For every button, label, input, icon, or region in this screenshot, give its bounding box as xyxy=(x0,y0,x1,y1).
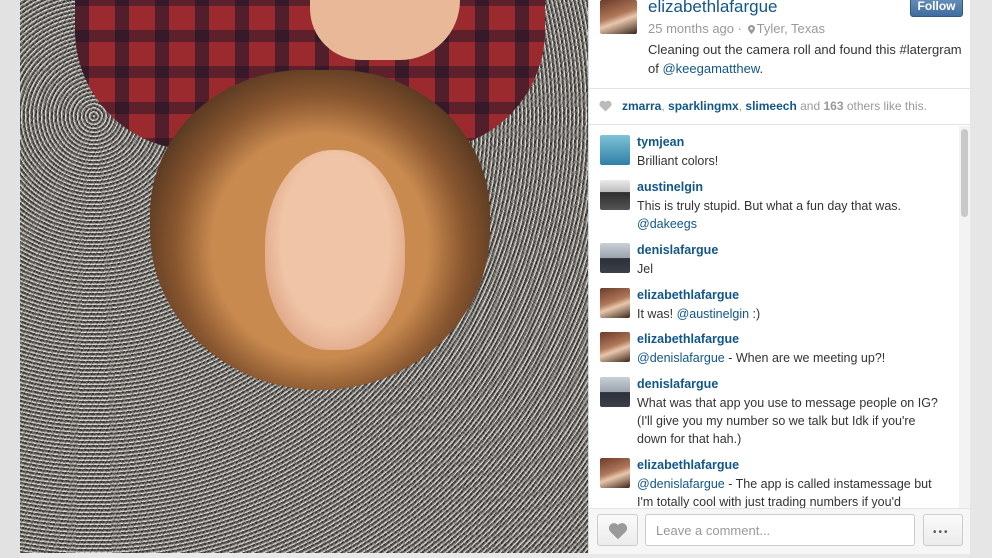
like-button[interactable] xyxy=(597,514,638,546)
post-caption: Cleaning out the camera roll and found t… xyxy=(648,40,966,78)
meta-separator: · xyxy=(737,21,742,36)
comment-body: Jel xyxy=(637,262,653,276)
post-photo[interactable] xyxy=(20,0,588,553)
comment-text: @denislafargue - The app is called insta… xyxy=(637,475,942,508)
post-meta: 25 months ago · Tyler, Texas xyxy=(648,21,825,36)
comment-text: Brilliant colors! xyxy=(637,152,942,170)
commenter-username[interactable]: elizabethlafargue xyxy=(637,332,739,346)
commenter-avatar[interactable] xyxy=(600,332,630,362)
face xyxy=(265,150,405,350)
commenter-avatar[interactable] xyxy=(600,243,630,273)
post-time[interactable]: 25 months ago xyxy=(648,21,734,36)
comment-text: Jel xyxy=(637,260,942,278)
comment-list: tymjean Brilliant colors! austinelgin Th… xyxy=(589,126,959,508)
liker-2[interactable]: sparklingmx xyxy=(668,99,739,113)
comment-mention[interactable]: @austinelgin xyxy=(677,307,749,321)
comment-rest: - When are we meeting up?! xyxy=(724,351,886,365)
map-pin-icon xyxy=(747,25,755,34)
likes-others: others like this. xyxy=(846,99,927,113)
post-location[interactable]: Tyler, Texas xyxy=(757,21,825,36)
scrollbar-thumb[interactable] xyxy=(961,129,968,217)
comment-text: @denislafargue - When are we meeting up?… xyxy=(637,349,942,367)
commenter-username[interactable]: austinelgin xyxy=(637,180,703,194)
comment-text: This is truly stupid. But what a fun day… xyxy=(637,197,942,233)
comment-body: What was that app you use to message peo… xyxy=(637,396,938,446)
post-sidebar: elizabethlafargue Follow 25 months ago ·… xyxy=(588,0,971,554)
follow-button[interactable]: Follow xyxy=(910,0,963,17)
heart-icon xyxy=(608,523,628,540)
likes-text: zmarra, sparklingmx, slimeech and 163 ot… xyxy=(622,99,927,113)
liker-3[interactable]: slimeech xyxy=(745,99,796,113)
commenter-username[interactable]: denislafargue xyxy=(637,377,718,391)
comment-body: It was! xyxy=(637,307,677,321)
commenter-avatar[interactable] xyxy=(600,288,630,318)
liker-1[interactable]: zmarra xyxy=(622,99,661,113)
commenter-avatar[interactable] xyxy=(600,458,630,488)
commenter-avatar[interactable] xyxy=(600,135,630,165)
comment-mention[interactable]: @denislafargue xyxy=(637,477,725,491)
comment-mention[interactable]: @denislafargue xyxy=(637,351,725,365)
commenter-username[interactable]: elizabethlafargue xyxy=(637,458,739,472)
ellipsis-icon: ••• xyxy=(933,527,950,538)
commenter-avatar[interactable] xyxy=(600,180,630,210)
caption-end: . xyxy=(759,61,764,76)
heart-icon xyxy=(599,100,612,112)
comment-rest: :) xyxy=(749,307,761,321)
commenter-username[interactable]: denislafargue xyxy=(637,243,718,257)
left-margin xyxy=(0,0,20,558)
comment-text: It was! @austinelgin :) xyxy=(637,305,942,323)
more-options-button[interactable]: ••• xyxy=(923,514,963,546)
author-avatar[interactable] xyxy=(600,0,637,34)
likes-count[interactable]: 163 xyxy=(824,99,844,113)
commenter-username[interactable]: elizabethlafargue xyxy=(637,288,739,302)
comment-input[interactable] xyxy=(645,514,915,546)
comment-mention[interactable]: @dakeegs xyxy=(637,217,697,231)
post-header: elizabethlafargue Follow 25 months ago ·… xyxy=(589,0,971,89)
right-margin xyxy=(970,0,992,558)
caption-mention[interactable]: @keegamatthew xyxy=(662,61,759,76)
comment-body: Brilliant colors! xyxy=(637,154,719,168)
likes-and: and xyxy=(800,99,821,113)
comment-text: What was that app you use to message peo… xyxy=(637,394,942,448)
author-username[interactable]: elizabethlafargue xyxy=(648,0,777,17)
comment-footer: ••• xyxy=(589,508,971,554)
comment-body: This is truly stupid. But what a fun day… xyxy=(637,199,902,213)
commenter-avatar[interactable] xyxy=(600,377,630,407)
commenter-username[interactable]: tymjean xyxy=(637,135,684,149)
likes-bar: zmarra, sparklingmx, slimeech and 163 ot… xyxy=(589,89,971,125)
